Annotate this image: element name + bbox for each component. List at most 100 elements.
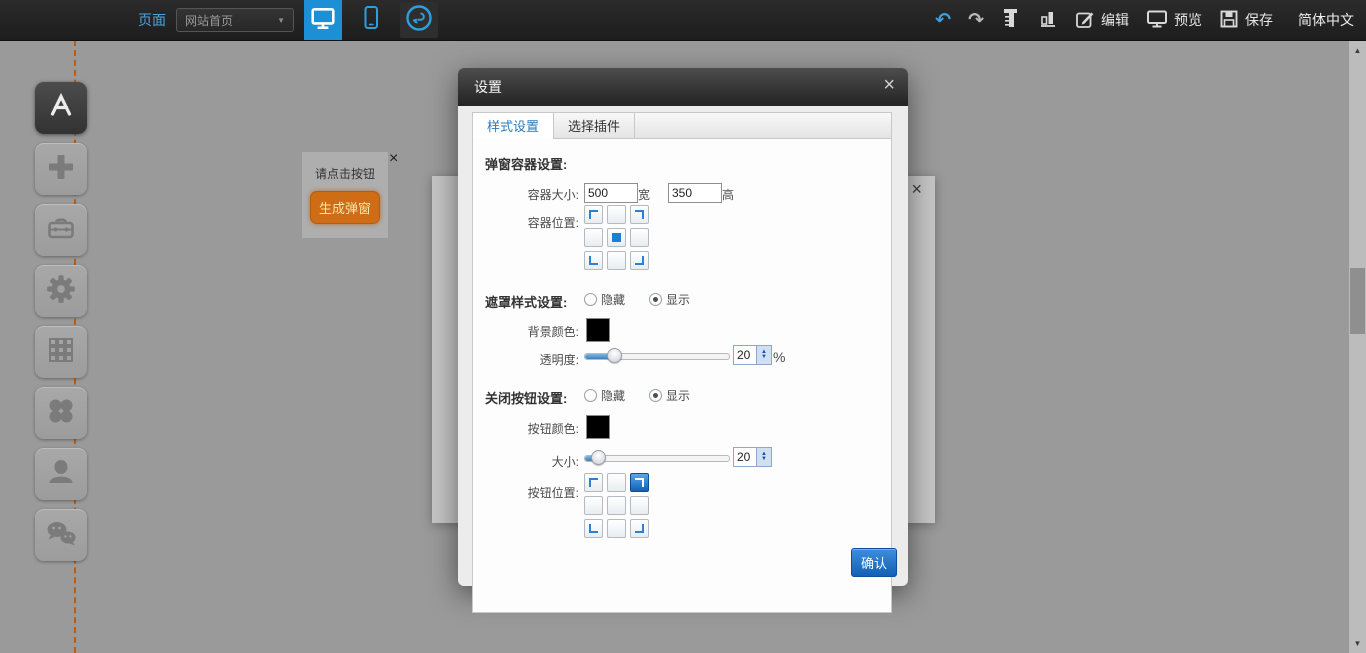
container-pos-bottom-right[interactable] — [630, 251, 649, 270]
bg-color-swatch[interactable] — [586, 318, 610, 342]
vertical-scrollbar[interactable]: ▲ ▼ — [1349, 40, 1366, 653]
height-input[interactable] — [668, 183, 722, 203]
button-pos-bottom-right[interactable] — [630, 519, 649, 538]
corner-bottom-left-icon — [589, 256, 598, 265]
edit-label: 编辑 — [1101, 10, 1129, 30]
undo-icon[interactable]: ↶ — [935, 11, 951, 30]
dialog-header[interactable]: 设置 × — [458, 68, 908, 106]
mask-hide-option[interactable]: 隐藏 — [584, 291, 625, 308]
spin-down-icon[interactable]: ▼ — [761, 457, 767, 462]
button-size-slider[interactable] — [584, 450, 730, 465]
opacity-slider[interactable] — [584, 348, 730, 363]
spin-down-icon[interactable]: ▼ — [761, 355, 767, 360]
sidebar-item-design-apps[interactable] — [35, 82, 87, 134]
mobile-phone-icon — [359, 5, 383, 36]
widget-hint-text: 请点击按钮 — [315, 165, 375, 182]
toolbox-icon — [45, 212, 77, 249]
preview-label: 预览 — [1174, 10, 1202, 30]
close-show-label: 显示 — [666, 387, 690, 404]
sidebar-item-settings[interactable] — [35, 265, 87, 317]
button-pos-bottom-left[interactable] — [584, 519, 603, 538]
preview-close-icon[interactable]: × — [911, 180, 922, 198]
tab-choose-plugin[interactable]: 选择插件 — [554, 113, 635, 138]
scroll-up-icon[interactable]: ▲ — [1349, 42, 1366, 58]
app-design-icon — [45, 90, 77, 127]
container-pos-right[interactable] — [630, 228, 649, 247]
sidebar-item-add-module[interactable] — [35, 143, 87, 195]
redo-icon[interactable]: ↷ — [968, 11, 984, 30]
button-pos-top[interactable] — [607, 473, 626, 492]
mobile-view-button[interactable] — [352, 0, 390, 40]
dialog-close-icon[interactable]: × — [883, 75, 895, 95]
opacity-spin-buttons[interactable]: ▲ ▼ — [756, 346, 771, 364]
corner-top-right-icon — [635, 210, 644, 219]
generate-popup-button[interactable]: 生成弹窗 — [310, 191, 380, 224]
opacity-spinner[interactable]: 20 ▲ ▼ — [733, 345, 772, 365]
link-button[interactable] — [400, 2, 438, 38]
button-pos-bottom[interactable] — [607, 519, 626, 538]
edit-button[interactable]: 编辑 — [1075, 9, 1129, 32]
section-title-container: 弹窗容器设置: — [485, 154, 567, 173]
slider-track[interactable] — [584, 455, 730, 462]
caret-down-icon: ▼ — [277, 16, 285, 25]
button-pos-right[interactable] — [630, 496, 649, 515]
button-pos-left[interactable] — [584, 496, 603, 515]
slider-handle[interactable] — [591, 450, 606, 465]
width-unit-label: 宽 — [638, 186, 650, 203]
button-size-spinner[interactable]: 20 ▲ ▼ — [733, 447, 772, 467]
button-size-value: 20 — [734, 448, 756, 466]
ruler-icon[interactable] — [1001, 7, 1021, 34]
popup-trigger-widget[interactable]: 请点击按钮 生成弹窗 — [302, 152, 388, 238]
container-pos-top-right[interactable] — [630, 205, 649, 224]
slider-handle[interactable] — [607, 348, 622, 363]
size-spin-buttons[interactable]: ▲ ▼ — [756, 448, 771, 466]
mask-show-radio[interactable] — [649, 293, 662, 306]
save-label: 保存 — [1245, 10, 1273, 30]
gear-icon — [44, 272, 78, 311]
sidebar-item-modules-grid[interactable] — [35, 326, 87, 378]
page-select-value: 网站首页 — [185, 12, 233, 29]
container-pos-left[interactable] — [584, 228, 603, 247]
button-pos-top-right[interactable] — [630, 473, 649, 492]
tab-style-settings[interactable]: 样式设置 — [473, 113, 554, 138]
sidebar-item-user[interactable] — [35, 448, 87, 500]
widget-close-icon[interactable]: × — [389, 151, 398, 167]
container-pos-top[interactable] — [607, 205, 626, 224]
confirm-button[interactable]: 确认 — [851, 548, 897, 577]
grid-icon — [45, 334, 77, 371]
mask-show-label: 显示 — [666, 291, 690, 308]
mask-hide-radio[interactable] — [584, 293, 597, 306]
sidebar-item-plugins[interactable] — [35, 387, 87, 439]
preview-button[interactable]: 预览 — [1146, 9, 1202, 32]
container-pos-top-left[interactable] — [584, 205, 603, 224]
button-color-swatch[interactable] — [586, 415, 610, 439]
corner-bottom-right-icon — [635, 256, 644, 265]
scroll-down-icon[interactable]: ▼ — [1349, 635, 1366, 651]
container-pos-bottom-left[interactable] — [584, 251, 603, 270]
width-input[interactable] — [584, 183, 638, 203]
close-show-option[interactable]: 显示 — [649, 387, 690, 404]
save-button[interactable]: 保存 — [1219, 9, 1273, 32]
close-show-radio[interactable] — [649, 389, 662, 402]
corner-top-right-icon — [635, 478, 644, 487]
button-pos-top-left[interactable] — [584, 473, 603, 492]
desktop-view-button[interactable] — [304, 0, 342, 40]
sidebar-item-toolbox[interactable] — [35, 204, 87, 256]
stats-icon[interactable] — [1038, 8, 1058, 33]
close-hide-option[interactable]: 隐藏 — [584, 387, 625, 404]
container-size-label: 容器大小: — [473, 186, 579, 203]
sidebar-item-wechat[interactable] — [35, 509, 87, 561]
button-pos-center[interactable] — [607, 496, 626, 515]
container-pos-bottom[interactable] — [607, 251, 626, 270]
mask-hide-label: 隐藏 — [601, 291, 625, 308]
page-select[interactable]: 网站首页 ▼ — [176, 8, 294, 32]
container-pos-center[interactable] — [607, 228, 626, 247]
close-hide-radio[interactable] — [584, 389, 597, 402]
button-position-grid — [584, 473, 649, 538]
dialog-title: 设置 — [474, 77, 502, 97]
clover-icon — [45, 395, 77, 432]
language-switch[interactable]: 简体中文 — [1298, 10, 1354, 30]
opacity-label: 透明度: — [473, 351, 579, 368]
scrollbar-thumb[interactable] — [1350, 268, 1365, 334]
mask-show-option[interactable]: 显示 — [649, 291, 690, 308]
